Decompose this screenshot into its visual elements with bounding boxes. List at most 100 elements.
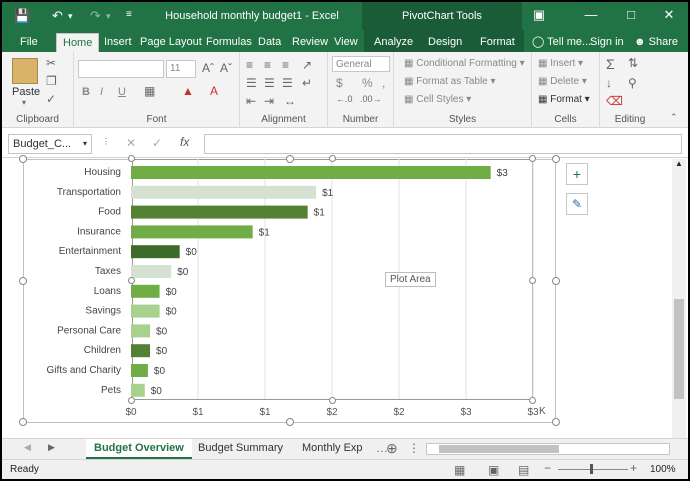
page-layout-view-icon[interactable]: ▣ [488, 463, 499, 477]
zoom-out-icon[interactable]: − [544, 461, 551, 475]
chart-resize-handle[interactable] [286, 155, 294, 163]
align-top-icon[interactable]: ≡ [246, 58, 253, 72]
chart-resize-handle[interactable] [552, 277, 560, 285]
align-left-icon[interactable]: ☰ [246, 76, 257, 90]
insert-cells-button[interactable]: ▦ Insert ▾ [538, 58, 583, 69]
conditional-formatting-button[interactable]: ▦ Conditional Formatting ▾ [404, 58, 525, 69]
font-name-combo[interactable] [78, 60, 164, 78]
page-break-view-icon[interactable]: ▤ [518, 463, 529, 477]
autosum-icon[interactable]: Σ [606, 56, 615, 72]
plot-area-handle[interactable] [128, 277, 135, 284]
close-icon[interactable]: ✕ [658, 6, 680, 24]
zoom-slider[interactable] [558, 469, 628, 470]
chart-resize-handle[interactable] [19, 155, 27, 163]
prev-sheet-icon[interactable]: ◀ [24, 442, 31, 453]
cut-icon[interactable]: ✂ [46, 56, 56, 70]
sign-in-link[interactable]: Sign in [584, 33, 630, 52]
new-sheet-icon[interactable]: ⊕ [386, 440, 398, 457]
vertical-scrollbar[interactable]: ▲ [672, 159, 686, 438]
italic-button[interactable]: I [100, 86, 103, 98]
tab-design[interactable]: Design [422, 33, 468, 52]
sort-filter-icon[interactable]: ⇅ [628, 56, 638, 70]
chart-resize-handle[interactable] [19, 418, 27, 426]
plot-area-handle[interactable] [329, 155, 336, 162]
tab-review[interactable]: Review [286, 33, 334, 52]
plot-area-handle[interactable] [128, 155, 135, 162]
zoom-slider-thumb[interactable] [590, 464, 593, 474]
vertical-scroll-thumb[interactable] [674, 299, 684, 399]
underline-button[interactable]: U [118, 86, 126, 98]
accounting-format-button[interactable]: $ [336, 76, 343, 90]
maximize-icon[interactable]: □ [620, 6, 642, 24]
tab-file[interactable]: File [14, 33, 44, 52]
decrease-indent-icon[interactable]: ⇤ [246, 94, 256, 108]
tabs-splitter-icon[interactable]: ⋮ [408, 441, 420, 455]
paste-button[interactable]: Paste [12, 86, 40, 98]
tab-home[interactable]: Home [56, 33, 100, 52]
chart-styles-brush-icon[interactable]: ✎ [566, 193, 588, 215]
chart-elements-plus-icon[interactable]: + [566, 163, 588, 185]
increase-indent-icon[interactable]: ⇥ [264, 94, 274, 108]
plot-area-handle[interactable] [529, 397, 536, 404]
minimize-icon[interactable]: — [580, 6, 602, 24]
name-box[interactable]: Budget_C... ▾ [8, 134, 92, 154]
wrap-text-icon[interactable]: ↵ [302, 76, 312, 90]
horizontal-scroll-thumb[interactable] [439, 445, 559, 453]
font-size-combo[interactable]: 11 [166, 60, 196, 78]
plot-area-handle[interactable] [128, 397, 135, 404]
sheet-tab-budget-summary[interactable]: Budget Summary [190, 439, 291, 459]
plot-area-handle[interactable] [329, 397, 336, 404]
undo-icon[interactable]: ↶ [52, 8, 63, 24]
chart-resize-handle[interactable] [552, 155, 560, 163]
share-button[interactable]: ☻ Share [628, 33, 684, 52]
tab-insert[interactable]: Insert [98, 33, 138, 52]
font-color-icon[interactable]: A [210, 84, 218, 98]
chart-resize-handle[interactable] [286, 418, 294, 426]
tab-data[interactable]: Data [252, 33, 287, 52]
comma-style-button[interactable]: , [382, 76, 385, 90]
cell-styles-button[interactable]: ▦ Cell Styles ▾ [404, 94, 471, 105]
scroll-up-icon[interactable]: ▲ [675, 159, 683, 168]
save-icon[interactable]: 💾 [14, 8, 30, 24]
align-right-icon[interactable]: ☰ [282, 76, 293, 90]
paste-dropdown-icon[interactable]: ▾ [22, 98, 26, 107]
tab-view[interactable]: View [328, 33, 364, 52]
increase-font-icon[interactable]: Aˆ [202, 61, 214, 75]
chart-resize-handle[interactable] [552, 418, 560, 426]
number-format-combo[interactable]: General [332, 56, 390, 72]
tab-page-layout[interactable]: Page Layout [134, 33, 208, 52]
decrease-font-icon[interactable]: Aˇ [220, 61, 232, 75]
insert-function-button[interactable]: fx [180, 135, 189, 149]
ribbon-display-options-icon[interactable]: ▣ [528, 6, 550, 24]
format-as-table-button[interactable]: ▦ Format as Table ▾ [404, 76, 496, 87]
sheet-tab-monthly-exp[interactable]: Monthly Exp [294, 439, 371, 459]
find-select-icon[interactable]: ⚲ [628, 76, 637, 90]
align-middle-icon[interactable]: ≡ [264, 58, 271, 72]
name-box-dropdown-icon[interactable]: ▾ [83, 135, 87, 153]
paste-icon[interactable] [12, 58, 38, 84]
plot-area-handle[interactable] [529, 277, 536, 284]
formula-input[interactable] [204, 134, 682, 154]
fill-color-icon[interactable]: ▲ [182, 84, 194, 98]
undo-dropdown-icon[interactable]: ▾ [68, 11, 73, 22]
copy-icon[interactable]: ❐ [46, 74, 57, 88]
orientation-icon[interactable]: ↗ [302, 58, 312, 72]
normal-view-icon[interactable]: ▦ [454, 463, 465, 477]
clear-icon[interactable]: ⌫ [606, 94, 623, 108]
decrease-decimal-icon[interactable]: .00→ [360, 94, 382, 104]
tab-format[interactable]: Format [474, 33, 521, 52]
align-center-icon[interactable]: ☰ [264, 76, 275, 90]
increase-decimal-icon[interactable]: ←.0 [336, 94, 353, 104]
next-sheet-icon[interactable]: ▶ [48, 442, 55, 453]
format-painter-icon[interactable]: ✓ [46, 92, 56, 106]
plot-area-handle[interactable] [529, 155, 536, 162]
customize-qat-icon[interactable]: ≡ [126, 9, 132, 20]
align-bottom-icon[interactable]: ≡ [282, 58, 289, 72]
delete-cells-button[interactable]: ▦ Delete ▾ [538, 76, 587, 87]
percent-style-button[interactable]: % [362, 76, 373, 90]
chart-resize-handle[interactable] [19, 277, 27, 285]
sheet-tab-budget-overview[interactable]: Budget Overview [86, 439, 192, 459]
fill-icon[interactable]: ↓ [606, 76, 612, 90]
zoom-level[interactable]: 100% [650, 464, 676, 475]
merge-center-icon[interactable]: ↔ [284, 94, 296, 108]
